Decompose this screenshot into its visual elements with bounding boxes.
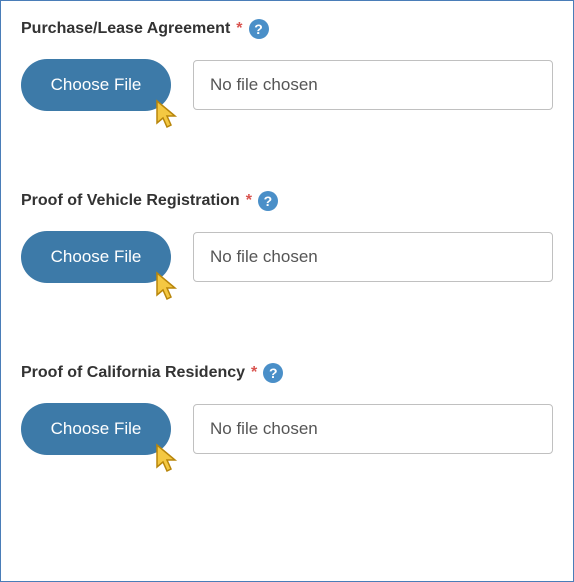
help-icon[interactable]: ? xyxy=(258,191,278,211)
field-label: Proof of California Residency xyxy=(21,364,245,382)
field-label: Purchase/Lease Agreement xyxy=(21,20,230,38)
choose-file-button[interactable]: Choose File xyxy=(21,231,171,283)
file-name-display: No file chosen xyxy=(193,232,553,282)
file-input-row: Choose File No file chosen xyxy=(21,59,553,111)
required-asterisk: * xyxy=(251,364,257,382)
choose-file-button[interactable]: Choose File xyxy=(21,403,171,455)
help-icon[interactable]: ? xyxy=(263,363,283,383)
choose-file-button[interactable]: Choose File xyxy=(21,59,171,111)
field-group-california-residency: Proof of California Residency * ? Choose… xyxy=(21,363,553,455)
field-label-row: Purchase/Lease Agreement * ? xyxy=(21,19,553,39)
field-label: Proof of Vehicle Registration xyxy=(21,192,240,210)
field-label-row: Proof of Vehicle Registration * ? xyxy=(21,191,553,211)
upload-form-panel: Purchase/Lease Agreement * ? Choose File… xyxy=(0,0,574,582)
file-name-display: No file chosen xyxy=(193,60,553,110)
field-group-vehicle-registration: Proof of Vehicle Registration * ? Choose… xyxy=(21,191,553,283)
help-icon[interactable]: ? xyxy=(249,19,269,39)
file-name-display: No file chosen xyxy=(193,404,553,454)
field-label-row: Proof of California Residency * ? xyxy=(21,363,553,383)
file-input-row: Choose File No file chosen xyxy=(21,403,553,455)
required-asterisk: * xyxy=(236,20,242,38)
field-group-purchase-lease-agreement: Purchase/Lease Agreement * ? Choose File… xyxy=(21,19,553,111)
file-input-row: Choose File No file chosen xyxy=(21,231,553,283)
required-asterisk: * xyxy=(246,192,252,210)
